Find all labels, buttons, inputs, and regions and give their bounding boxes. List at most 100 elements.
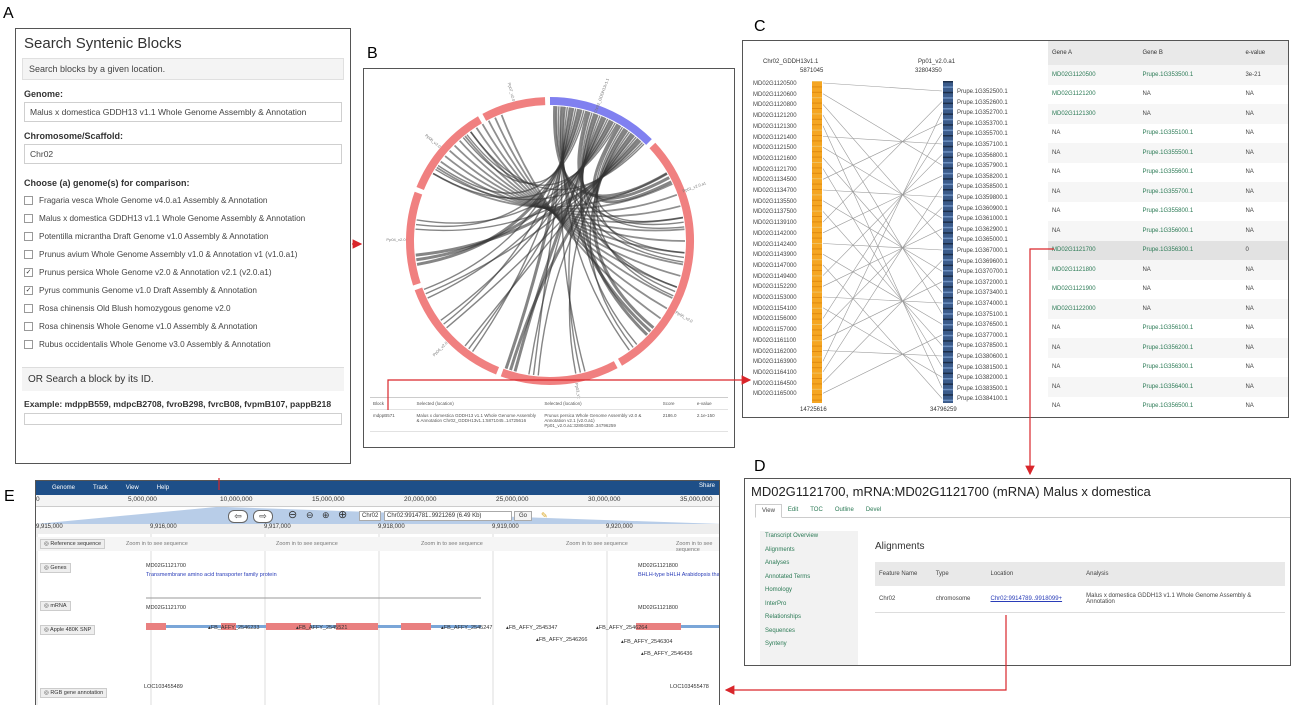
snp-feature[interactable]: ▴FB_AFFY_2545347	[506, 625, 557, 631]
chr-b-gene-label[interactable]: Prupe.1G373400.1	[957, 290, 1008, 297]
zoom-in-small-icon[interactable]: ⊕	[322, 510, 330, 521]
genome-option[interactable]: Prunus avium Whole Genome Assembly v1.0 …	[24, 245, 342, 263]
genome-checkbox[interactable]: ✓	[24, 267, 33, 277]
chr-b-gene-label[interactable]: Prupe.1G384100.1	[957, 396, 1008, 403]
chr-b-gene-label[interactable]: Prupe.1G383500.1	[957, 386, 1008, 393]
gene-page-tab[interactable]: Outline	[829, 504, 860, 517]
sidebar-link[interactable]: Annotated Terms	[760, 572, 858, 586]
chr-a-gene-label[interactable]: MD02G1152200	[753, 284, 797, 291]
gene-pair-cell[interactable]: Prupe.1G355700.1	[1138, 182, 1242, 202]
sidebar-link[interactable]: Homology	[760, 585, 858, 599]
genome-option[interactable]: Potentilla micrantha Draft Genome v1.0 A…	[24, 227, 342, 245]
gene-pair-row[interactable]: NA Prupe.1G356200.1 NA	[1048, 338, 1288, 358]
genome-checkbox[interactable]	[24, 231, 33, 241]
track-label[interactable]: ◎ RGB gene annotation	[40, 688, 108, 698]
chr-a-gene-label[interactable]: MD02G1137500	[753, 209, 797, 216]
snp-feature[interactable]: ▴FB_AFFY_2546436	[641, 651, 692, 657]
alignments-cell[interactable]: Chr02:9914789..9918099+	[986, 596, 1082, 602]
gene-pair-row[interactable]: NA Prupe.1G356400.1 NA	[1048, 377, 1288, 397]
gene-pair-row[interactable]: NA Prupe.1G355500.1 NA	[1048, 143, 1288, 163]
jbrowse-menu-item[interactable]: Track	[93, 485, 108, 491]
go-button[interactable]: Go	[514, 511, 533, 521]
chr-b-gene-label[interactable]: Prupe.1G382000.1	[957, 375, 1008, 382]
pan-left-icon[interactable]: ⇦	[228, 510, 248, 523]
gene-pair-cell[interactable]: MD02G1121800	[1048, 260, 1139, 280]
gene-pair-cell[interactable]: MD02G1121200	[1048, 85, 1138, 105]
gene-pair-cell[interactable]: Prupe.1G355600.1	[1138, 163, 1241, 183]
chr-b-gene-label[interactable]: Prupe.1G375100.1	[957, 312, 1008, 319]
snp-feature[interactable]: ▴FB_AFFY_2546266	[536, 637, 587, 643]
sidebar-link[interactable]: Relationships	[760, 612, 858, 626]
genome-option[interactable]: Rosa chinensis Old Blush homozygous geno…	[24, 299, 342, 317]
gene-pair-cell[interactable]: MD02G1121900	[1048, 280, 1138, 300]
gene-pair-cell[interactable]: Prupe.1G355500.1	[1138, 143, 1242, 163]
gene-pair-row[interactable]: MD02G1121800 NA NA	[1048, 260, 1288, 280]
gene-pair-row[interactable]: NA Prupe.1G355600.1 NA	[1048, 163, 1288, 183]
chr-a-gene-label[interactable]: MD02G1120500	[753, 81, 797, 88]
track-label[interactable]: ◎ mRNA	[40, 601, 71, 611]
chr-a-gene-label[interactable]: MD02G1143900	[753, 252, 797, 259]
chr-b-gene-label[interactable]: Prupe.1G353700.1	[957, 121, 1008, 128]
chromosome-dropdown[interactable]: Chr02	[359, 511, 382, 521]
chr-a-gene-label[interactable]: MD02G1121600	[753, 156, 797, 163]
gene-page-tab[interactable]: Edit	[782, 504, 804, 517]
snp-feature[interactable]: ▴FB_AFFY_2546233	[208, 625, 259, 631]
gene-pair-row[interactable]: NA Prupe.1G356300.1 NA	[1048, 358, 1288, 378]
chr-b-gene-label[interactable]: Prupe.1G376500.1	[957, 322, 1008, 329]
chr-b-gene-label[interactable]: Prupe.1G356800.1	[957, 153, 1008, 160]
chr-b-gene-label[interactable]: Prupe.1G374000.1	[957, 301, 1008, 308]
chr-a-gene-label[interactable]: MD02G1121500	[753, 145, 797, 152]
chr-b-gene-label[interactable]: Prupe.1G378500.1	[957, 343, 1008, 350]
block-id-input[interactable]	[24, 413, 342, 425]
location-input[interactable]: Chr02:9914781..9921269 (6.49 Kb)	[384, 511, 512, 521]
gene-pair-row[interactable]: MD02G1122000 NA NA	[1048, 299, 1288, 319]
chr-b-gene-label[interactable]: Prupe.1G358200.1	[957, 174, 1008, 181]
chr-b-gene-label[interactable]: Prupe.1G362900.1	[957, 227, 1008, 234]
gene-pair-cell[interactable]: Prupe.1G355800.1	[1138, 202, 1241, 222]
pan-right-icon[interactable]: ⇨	[253, 510, 273, 523]
chr-b-gene-label[interactable]: Prupe.1G357100.1	[957, 142, 1008, 149]
chr-a-gene-label[interactable]: MD02G1120800	[753, 102, 797, 109]
chr-a-bar[interactable]	[812, 81, 822, 403]
genome-checkbox[interactable]	[24, 321, 33, 331]
chr-b-gene-label[interactable]: Prupe.1G365000.1	[957, 237, 1008, 244]
sidebar-link[interactable]: Synteny	[760, 639, 858, 653]
gene-pair-row[interactable]: NA Prupe.1G356500.1 NA	[1048, 397, 1288, 417]
overview-ruler[interactable]: 0 5,000,000 10,000,000 15,000,000 20,000,000…	[36, 495, 719, 507]
snp-feature[interactable]: ▴FB_AFFY_2545247	[441, 625, 492, 631]
genome-checkbox[interactable]	[24, 213, 33, 223]
chr-a-gene-label[interactable]: MD02G1121200	[753, 113, 797, 120]
chr-a-gene-label[interactable]: MD02G1153000	[753, 295, 797, 302]
gene-pair-cell[interactable]: Prupe.1G356100.1	[1138, 319, 1241, 339]
chr-b-gene-label[interactable]: Prupe.1G372000.1	[957, 280, 1008, 287]
track-label[interactable]: ◎ Apple 480K SNP	[40, 625, 96, 635]
chr-b-gene-label[interactable]: Prupe.1G377000.1	[957, 333, 1008, 340]
chr-a-gene-label[interactable]: MD02G1121300	[753, 124, 797, 131]
chr-a-gene-label[interactable]: MD02G1165000	[753, 391, 797, 398]
sidebar-link[interactable]: Analyses	[760, 558, 858, 572]
chr-b-gene-label[interactable]: Prupe.1G369600.1	[957, 259, 1008, 266]
track-label[interactable]: ◎ Genes	[40, 563, 71, 573]
gene-pair-cell[interactable]: Prupe.1G356200.1	[1138, 338, 1242, 358]
snp-feature[interactable]: ▴FB_AFFY_2546304	[621, 639, 672, 645]
chr-a-gene-label[interactable]: MD02G1142400	[753, 242, 797, 249]
gene-pair-row[interactable]: MD02G1121900 NA NA	[1048, 280, 1288, 300]
mrna-name[interactable]: MD02G1121800	[638, 605, 678, 611]
chr-a-gene-label[interactable]: MD02G1154100	[753, 306, 797, 313]
chr-a-gene-label[interactable]: MD02G1142000	[753, 231, 797, 238]
genome-checkbox[interactable]	[24, 303, 33, 313]
chromosome-select[interactable]: Chr02	[24, 144, 342, 164]
zoom-out-icon[interactable]: ⊖	[288, 508, 297, 521]
sidebar-link[interactable]: InterPro	[760, 599, 858, 613]
snp-feature[interactable]: ▴FB_AFFY_2545521	[296, 625, 347, 631]
gene-pair-cell[interactable]: Prupe.1G356300.1	[1138, 240, 1242, 260]
genome-checkbox[interactable]	[24, 339, 33, 349]
chr-a-gene-label[interactable]: MD02G1134500	[753, 177, 797, 184]
chr-a-gene-label[interactable]: MD02G1157000	[753, 327, 797, 334]
chr-a-gene-label[interactable]: MD02G1163900	[753, 359, 797, 366]
gene-pair-cell[interactable]: Prupe.1G355100.1	[1138, 124, 1241, 144]
sidebar-link[interactable]: Alignments	[760, 545, 858, 559]
genome-checkbox[interactable]	[24, 249, 33, 259]
gene-pair-row[interactable]: NA Prupe.1G355100.1 NA	[1048, 124, 1288, 144]
gene-pair-row[interactable]: NA Prupe.1G355800.1 NA	[1048, 202, 1288, 222]
